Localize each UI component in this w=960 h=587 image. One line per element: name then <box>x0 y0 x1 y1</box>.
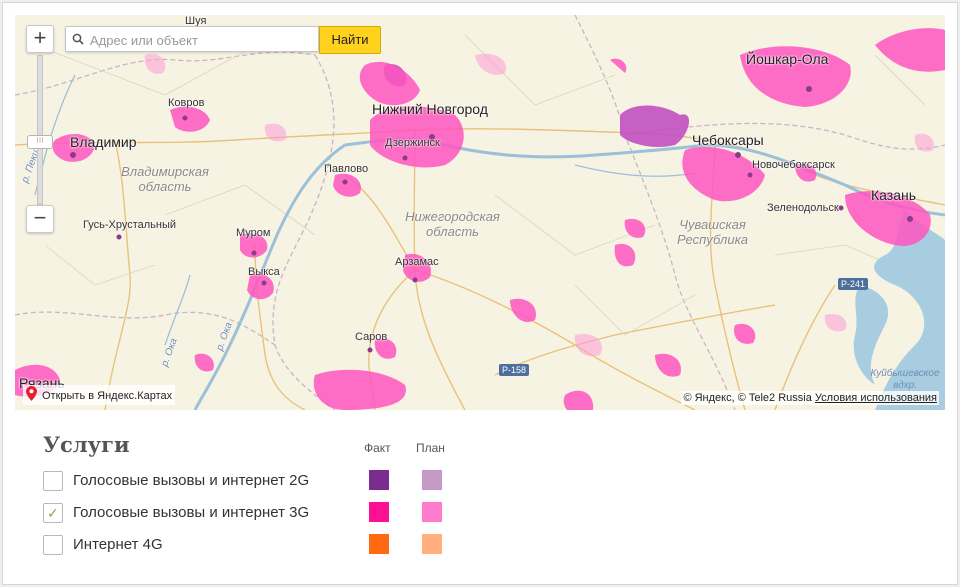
region-label: Чувашская Республика <box>676 217 748 247</box>
city-label: Зеленодольск <box>767 202 839 214</box>
plan-swatch-3g <box>422 502 442 522</box>
city-label: Ковров <box>168 97 205 109</box>
terms-link[interactable]: Условия использования <box>815 392 937 404</box>
fact-swatch-2g <box>369 470 389 490</box>
city-label: Казань <box>871 187 917 203</box>
zoom-slider-handle[interactable]: ⁝⁝⁝ <box>27 135 53 149</box>
fact-swatch-3g <box>369 502 389 522</box>
zoom-out-button[interactable]: − <box>26 205 54 233</box>
zoom-track[interactable] <box>37 55 43 205</box>
fact-swatch-4g <box>369 534 389 554</box>
fact-column-header: Факт <box>364 441 391 455</box>
zoom-control: + ⁝⁝⁝ − <box>24 25 54 233</box>
map-copyright: © Яндекс, © Tele2 Russia Условия использ… <box>681 391 939 405</box>
service-checkbox-4g[interactable] <box>43 535 63 555</box>
search-icon <box>72 32 84 50</box>
reservoir-label: Куйбышевское вдхр. <box>870 368 940 391</box>
search-button[interactable]: Найти <box>319 26 381 54</box>
city-label: Арзамас <box>395 256 439 268</box>
plan-swatch-4g <box>422 534 442 554</box>
region-label: Владимирская область <box>121 164 209 194</box>
city-label: Йошкар-Ола <box>746 51 829 67</box>
service-label: Голосовые вызовы и интернет 3G <box>73 504 310 521</box>
plan-column-header: План <box>416 441 445 455</box>
service-checkbox-2g[interactable] <box>43 471 63 491</box>
checkmark-icon: ✓ <box>47 505 59 521</box>
city-label: Новочебоксарск <box>752 159 835 171</box>
city-label: Гусь-Хрустальный <box>83 219 177 231</box>
zoom-in-button[interactable]: + <box>26 25 54 53</box>
plan-swatch-2g <box>422 470 442 490</box>
map-pin-icon <box>26 386 37 404</box>
open-in-yandex-maps-link[interactable]: Открыть в Яндекс.Картах <box>23 385 176 405</box>
search-input[interactable] <box>88 30 318 50</box>
open-link-text: Открыть в Яндекс.Картах <box>42 390 173 402</box>
road-shield: Р-158 <box>499 364 530 376</box>
service-label: Голосовые вызовы и интернет 2G <box>73 472 310 489</box>
road-shield: Р-241 <box>838 278 869 290</box>
city-label: Павлово <box>324 163 369 175</box>
search-box <box>65 26 319 52</box>
service-checkbox-3g[interactable]: ✓ <box>43 503 63 523</box>
region-label: Нижегородская область <box>405 209 500 239</box>
city-label: Владимир <box>70 134 137 150</box>
city-label: Муром <box>236 227 271 239</box>
city-label: Дзержинск <box>385 137 440 149</box>
services-title: Услуги <box>43 432 130 457</box>
service-label: Интернет 4G <box>73 536 163 553</box>
city-label: Выкса <box>248 266 280 278</box>
city-label: Нижний Новгород <box>372 101 488 117</box>
city-label: Саров <box>355 331 388 343</box>
coverage-map[interactable]: Йошкар-Ола Нижний Новгород Чебоксары Вла… <box>15 15 945 410</box>
city-label: Чебоксары <box>692 132 764 148</box>
map-search: Найти <box>65 26 381 54</box>
copyright-text: © Яндекс, © Tele2 Russia <box>683 392 812 404</box>
